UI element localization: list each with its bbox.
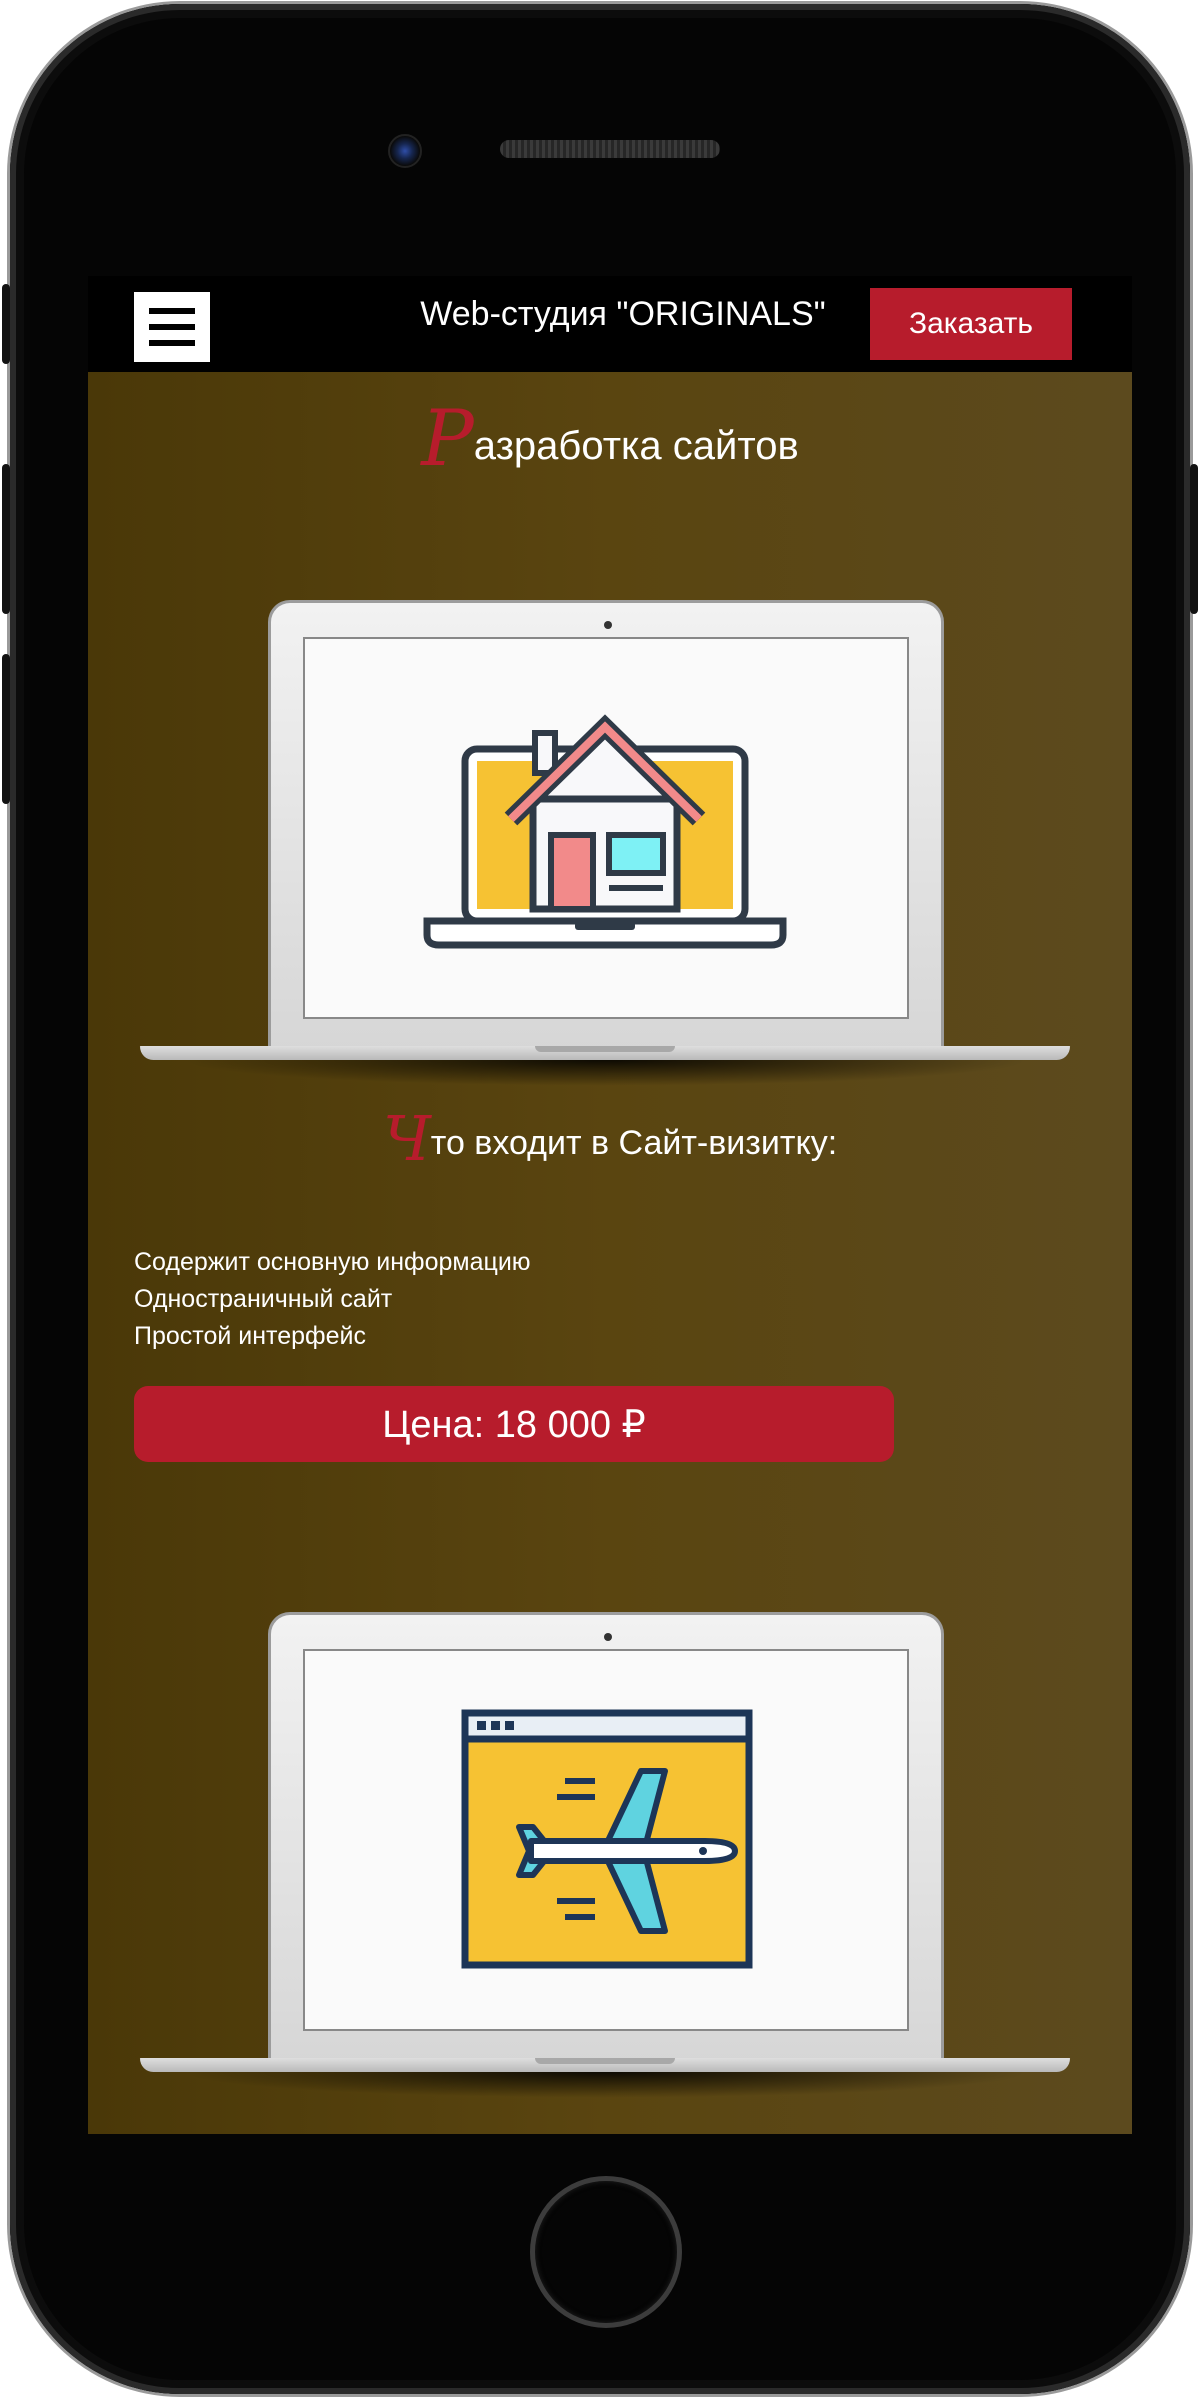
brand-title: Web-студия "ORIGINALS" — [420, 295, 826, 333]
mute-switch — [2, 284, 10, 364]
feature-item: Одностраничный сайт — [134, 1285, 393, 1313]
front-camera — [388, 134, 422, 168]
screen: Web-студия "ORIGINALS" Заказать Разработ… — [88, 276, 1132, 2134]
house-on-laptop-icon — [423, 714, 787, 949]
home-button[interactable] — [530, 2176, 682, 2328]
section-title-initial: Ч — [382, 1102, 431, 1175]
feature-item: Содержит основную информацию — [134, 1248, 531, 1276]
price-button[interactable]: Цена: 18 000 ₽ — [134, 1386, 894, 1462]
top-navbar: Web-студия "ORIGINALS" Заказать — [88, 276, 1132, 372]
laptop-mockup-2 — [140, 1612, 1070, 2102]
feature-item: Простой интерфейс — [134, 1322, 366, 1350]
section-title: Что входит в Сайт-визитку: — [88, 1102, 1132, 1175]
earpiece-speaker — [500, 140, 720, 158]
hamburger-icon — [149, 308, 195, 314]
volume-up-button — [2, 464, 10, 614]
airplane-browser-icon — [461, 1709, 753, 1969]
page-title-initial: Р — [421, 394, 474, 484]
page-title-text: азработка сайтов — [473, 424, 799, 468]
order-button[interactable]: Заказать — [870, 288, 1072, 360]
features-list: Содержит основную информацию Одностранич… — [134, 1244, 531, 1355]
power-button — [1190, 464, 1198, 614]
page-title: Разработка сайтов — [88, 394, 1132, 484]
laptop-display-2 — [303, 1649, 909, 2031]
phone-frame: Web-студия "ORIGINALS" Заказать Разработ… — [2, 4, 1198, 2394]
laptop-display-1 — [303, 637, 909, 1019]
hamburger-menu-button[interactable] — [134, 292, 210, 362]
volume-down-button — [2, 654, 10, 804]
laptop-mockup-1 — [140, 600, 1070, 1090]
section-title-text: то входит в Сайт-визитку: — [430, 1124, 838, 1162]
